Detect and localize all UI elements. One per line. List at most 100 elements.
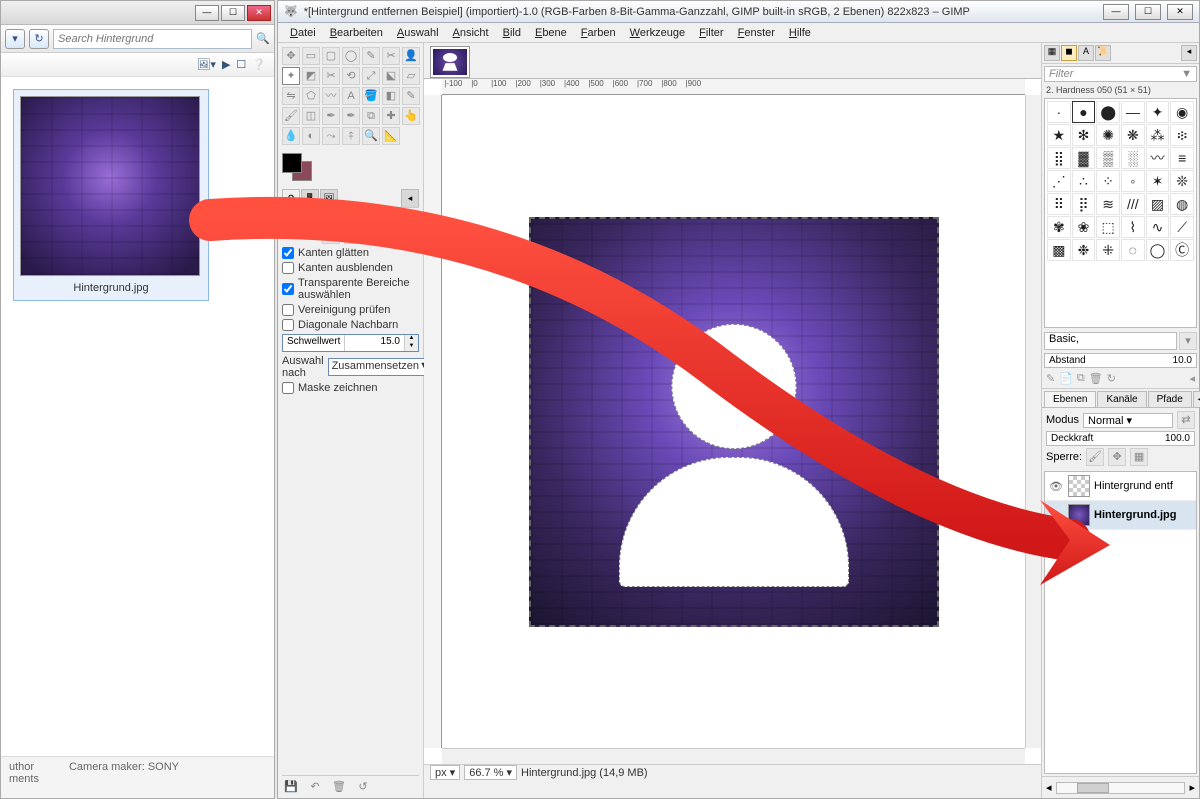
mode-intersect[interactable]: ▥ [388, 226, 406, 244]
dropdown-icon[interactable]: ▾ [5, 29, 25, 49]
tool-paintbrush[interactable]: 🖌 [282, 107, 300, 125]
spacing-value[interactable]: 10.0 [1169, 354, 1196, 367]
canvas-image[interactable] [529, 217, 939, 627]
selectby-dropdown[interactable]: Zusammensetzen▼ [328, 358, 434, 376]
slideshow-icon[interactable]: ▶ [222, 58, 230, 71]
menu-fenster[interactable]: Fenster [732, 25, 781, 41]
file-thumbnail[interactable]: Hintergrund.jpg [13, 89, 209, 301]
close-button[interactable]: ✕ [247, 5, 271, 21]
opt-drawmask[interactable] [282, 382, 294, 394]
tool-free-select[interactable]: ✎ [362, 47, 380, 65]
brush-item[interactable]: ✦ [1146, 101, 1170, 123]
minimize-button[interactable]: — [195, 5, 219, 21]
brush-item[interactable]: ⁘ [1096, 170, 1120, 192]
tool-crop[interactable]: ✂ [322, 67, 340, 85]
brush-item[interactable]: ⁜ [1096, 239, 1120, 261]
layer-name[interactable]: Hintergrund.jpg [1094, 509, 1177, 521]
brush-item[interactable]: ∿ [1146, 216, 1170, 238]
brush-item[interactable]: ✺ [1096, 124, 1120, 146]
menu-ansicht[interactable]: Ansicht [447, 25, 495, 41]
tab-paths[interactable]: Pfade [1148, 391, 1192, 407]
brush-item[interactable]: ✻ [1072, 124, 1096, 146]
fg-color[interactable] [282, 153, 302, 173]
brush-item[interactable]: ◌ [1121, 239, 1145, 261]
scrollbar-vertical[interactable] [1025, 95, 1041, 748]
menu-hilfe[interactable]: Hilfe [783, 25, 817, 41]
tool-scissors[interactable]: ✂ [382, 47, 400, 65]
tab-channels[interactable]: Kanäle [1097, 391, 1146, 407]
tool-paths[interactable]: ⤳ [322, 127, 340, 145]
preset-menu-icon[interactable]: ▾ [1179, 332, 1197, 350]
layer-name[interactable]: Hintergrund entf [1094, 480, 1173, 492]
mode-switch-icon[interactable]: ⇄ [1177, 411, 1195, 429]
tool-color-picker[interactable]: ⤉ [342, 127, 360, 145]
tool-perspective[interactable]: ▱ [402, 67, 420, 85]
duplicate-brush-icon[interactable]: ⧉ [1077, 372, 1085, 385]
brush-item[interactable]: ❋ [1121, 124, 1145, 146]
brush-item[interactable]: ⠿ [1047, 193, 1071, 215]
tool-flip[interactable]: ⇋ [282, 87, 300, 105]
brush-spacing[interactable]: Abstand 10.0 [1044, 353, 1197, 368]
brush-item[interactable]: ░ [1121, 147, 1145, 169]
brush-item[interactable]: ፨ [1170, 124, 1194, 146]
brush-item[interactable]: ▒ [1096, 147, 1120, 169]
brush-item[interactable]: ✾ [1047, 216, 1071, 238]
opt-transparent[interactable] [282, 283, 294, 295]
tool-scale[interactable]: ⤢ [362, 67, 380, 85]
brush-item[interactable]: ≋ [1096, 193, 1120, 215]
mode-subtract[interactable]: ▤ [366, 226, 384, 244]
brush-item[interactable]: ▨ [1146, 193, 1170, 215]
ruler-vertical[interactable] [424, 95, 442, 748]
tool-rotate[interactable]: ⟲ [342, 67, 360, 85]
tool-warp[interactable]: 〰 [322, 87, 340, 105]
menu-werkzeuge[interactable]: Werkzeuge [624, 25, 691, 41]
reset-icon[interactable]: ↺ [354, 780, 372, 794]
brush-item[interactable]: 〰 [1146, 147, 1170, 169]
brush-item[interactable]: ❊ [1170, 170, 1194, 192]
brush-item[interactable]: ▓ [1072, 147, 1096, 169]
tool-measure[interactable]: 📐 [382, 127, 400, 145]
tool-eraser[interactable]: ◫ [302, 107, 320, 125]
tool-airbrush[interactable]: ✒ [322, 107, 340, 125]
maximize-button[interactable]: ☐ [221, 5, 245, 21]
threshold-up[interactable]: ▲ [405, 335, 418, 343]
menu-datei[interactable]: Datei [284, 25, 322, 41]
minimize-button[interactable]: — [1103, 4, 1129, 20]
search-input[interactable] [53, 29, 252, 49]
brush-item[interactable]: — [1121, 101, 1145, 123]
blend-mode-select[interactable]: Normal ▾ [1083, 413, 1173, 428]
scroll-left-icon[interactable]: ◂ [1046, 781, 1052, 794]
layer-row[interactable]: 👁 Hintergrund entf [1045, 472, 1196, 501]
tool-text[interactable]: A [342, 87, 360, 105]
tool-ellipse-select[interactable]: ◯ [342, 47, 360, 65]
menu-filter[interactable]: Filter [693, 25, 729, 41]
brush-item[interactable]: ⣿ [1047, 147, 1071, 169]
brush-item[interactable]: ⡿ [1072, 193, 1096, 215]
view-icon[interactable]: 🖼▾ [196, 58, 216, 71]
canvas-viewport[interactable] [442, 95, 1025, 748]
tool-foreground[interactable]: 👤 [402, 47, 420, 65]
opt-diagonal[interactable] [282, 319, 294, 331]
tab-device[interactable]: 📱 [301, 189, 319, 207]
tab-tool-options[interactable]: ⚙ [282, 189, 300, 207]
save-icon[interactable]: 💾 [282, 780, 300, 794]
opt-antialias[interactable] [282, 247, 294, 259]
restore-icon[interactable]: ↶ [306, 780, 324, 794]
menu-farben[interactable]: Farben [575, 25, 622, 41]
tool-move[interactable]: ✥ [282, 47, 300, 65]
opacity-value[interactable]: 100.0 [1161, 432, 1194, 445]
brush-item[interactable]: ◉ [1170, 101, 1194, 123]
tab-menu-icon[interactable]: ◂ [1181, 45, 1197, 61]
opt-merged[interactable] [282, 304, 294, 316]
tool-ink[interactable]: ✒ [342, 107, 360, 125]
tool-clone[interactable]: ⧉ [362, 107, 380, 125]
tool-zoom[interactable]: 🔍 [362, 127, 380, 145]
brush-item[interactable]: ◯ [1146, 239, 1170, 261]
visibility-icon[interactable]: 👁 [1048, 480, 1064, 493]
scrollbar-horizontal[interactable] [442, 748, 1025, 764]
brush-filter[interactable]: Filter▼ [1044, 66, 1197, 82]
brush-item[interactable]: ▩ [1047, 239, 1071, 261]
brush-item[interactable]: ⬤ [1096, 101, 1120, 123]
tool-pencil[interactable]: ✎ [402, 87, 420, 105]
tab-menu-icon[interactable]: ◂ [401, 189, 419, 207]
